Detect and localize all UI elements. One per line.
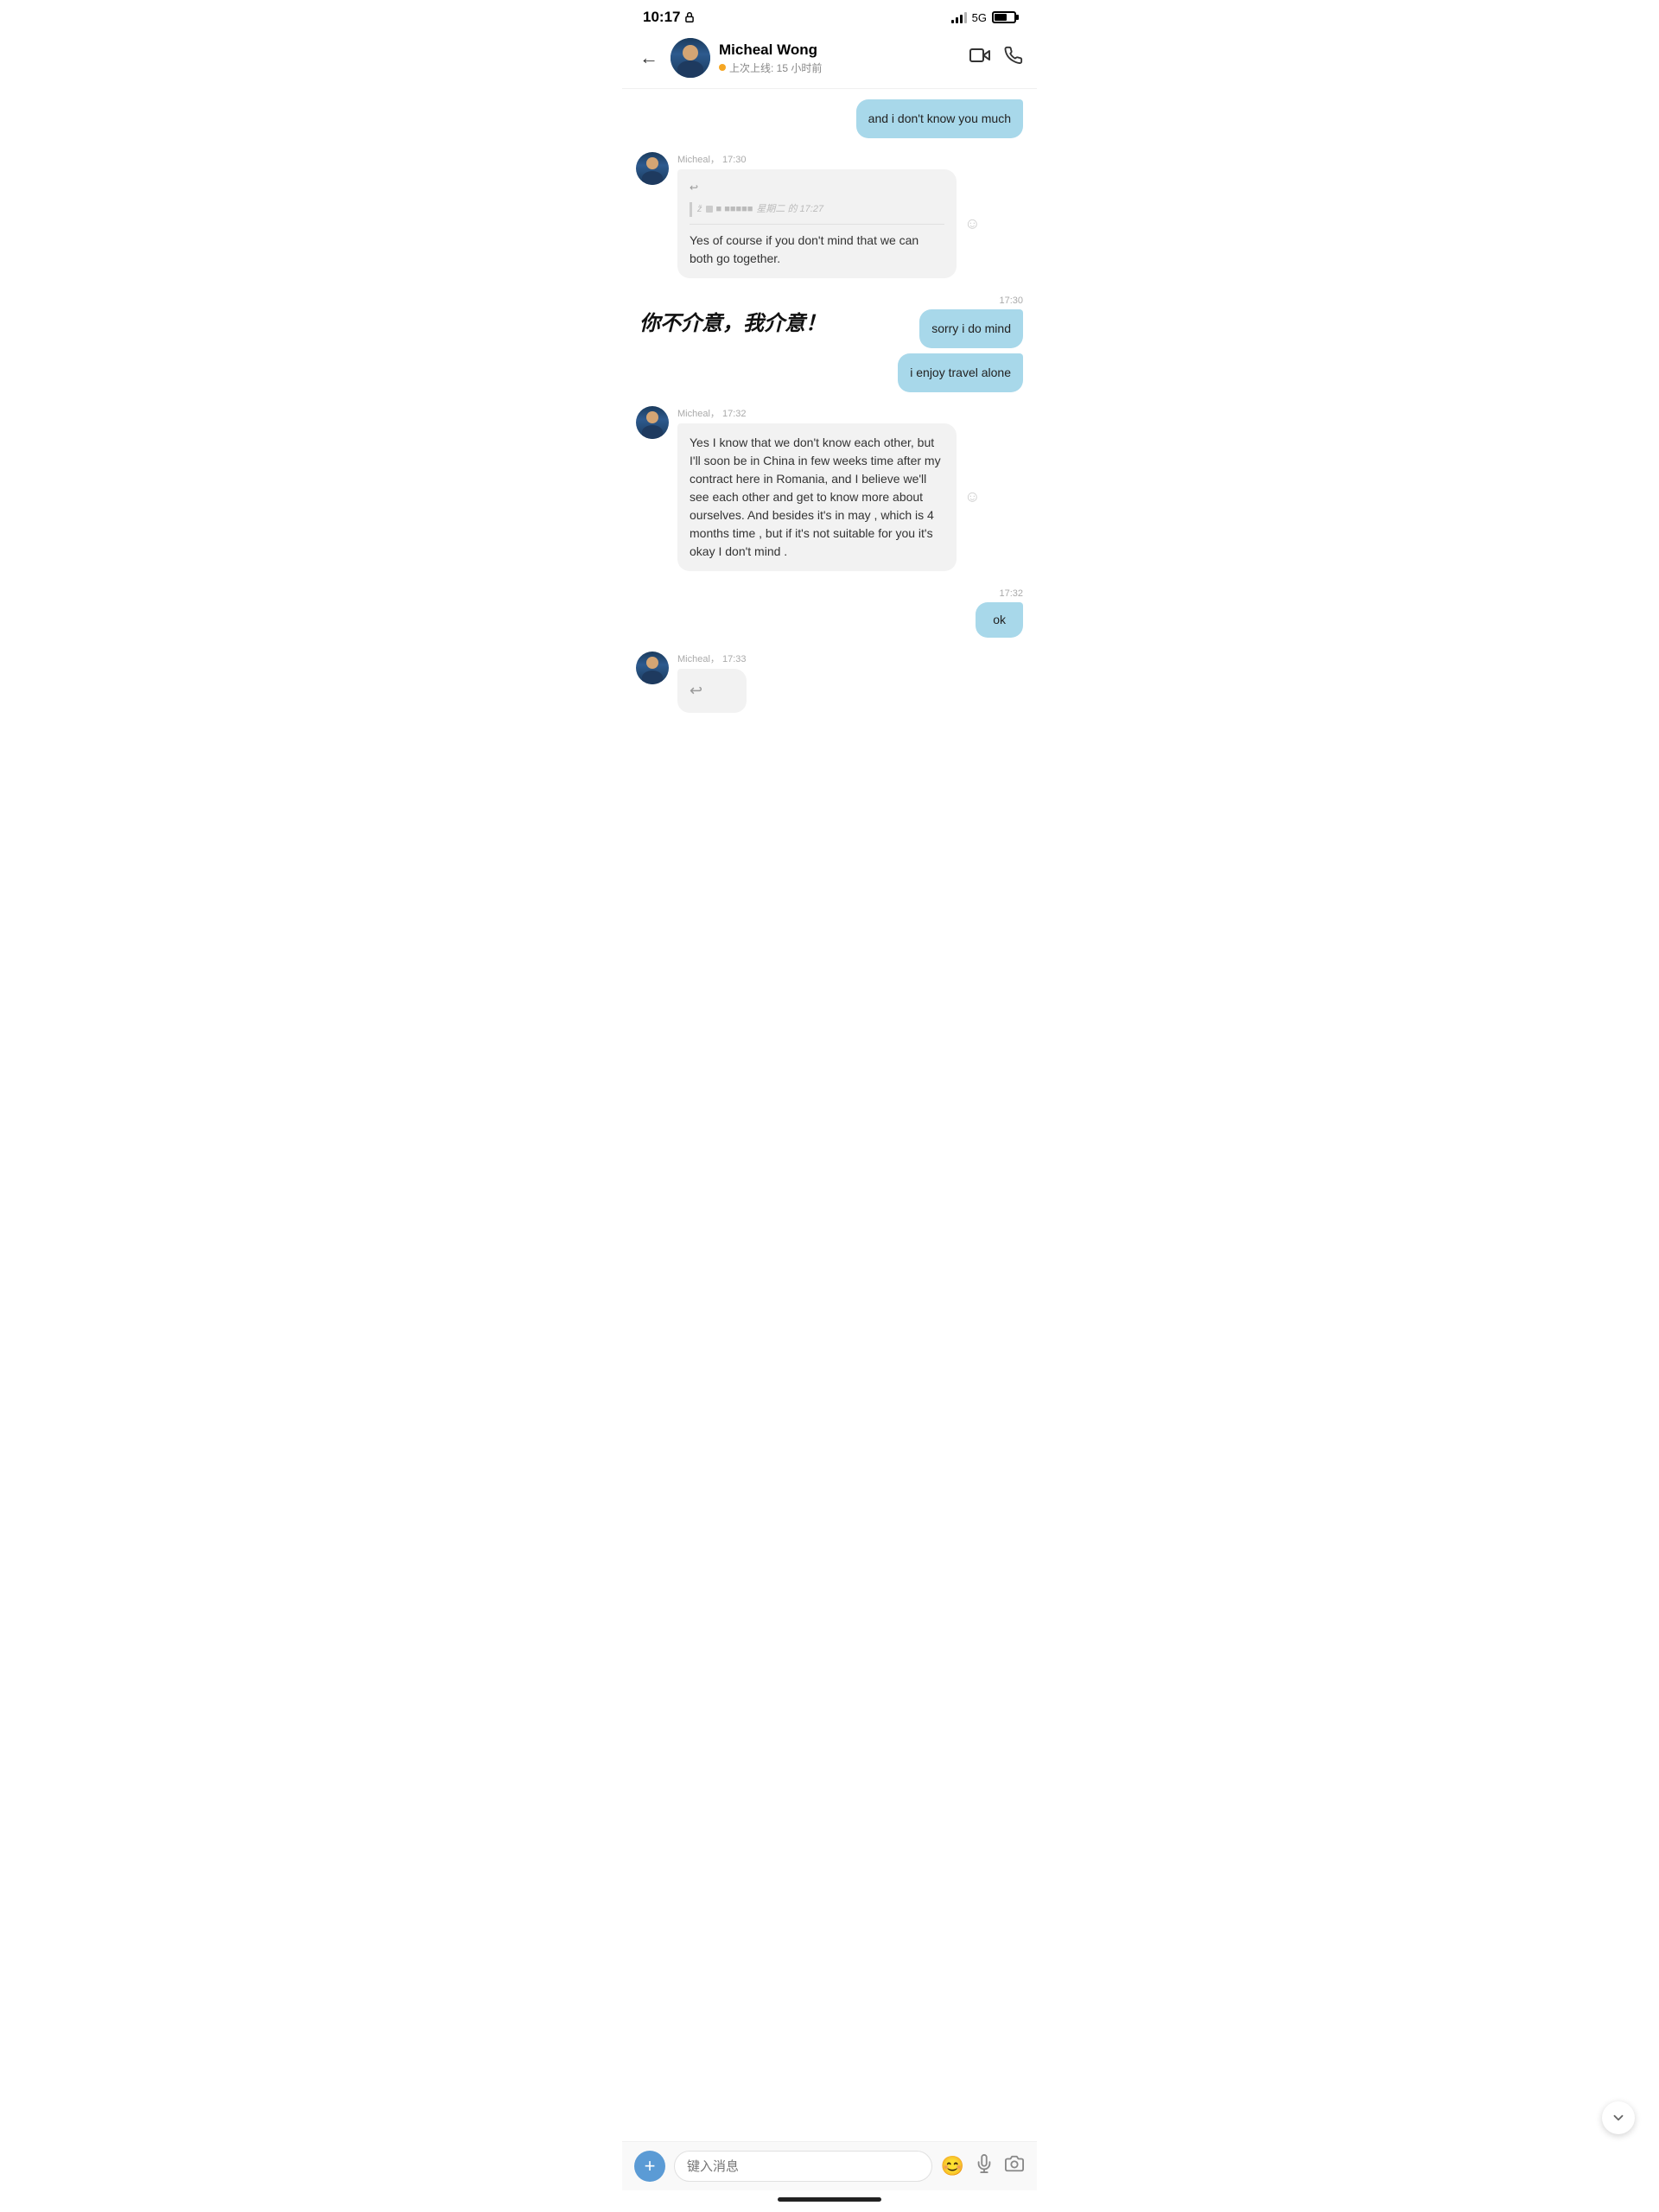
- bubble: i enjoy travel alone: [898, 353, 1023, 392]
- sender-name: Micheal: [677, 155, 710, 165]
- reply-arrow-icon: ↩: [690, 180, 698, 195]
- video-call-button[interactable]: [969, 45, 990, 71]
- msg-meta: Micheal， 17:32: [677, 406, 957, 420]
- msg-meta: Micheal， 17:33: [677, 652, 747, 665]
- bubble: sorry i do mind: [919, 309, 1023, 348]
- message-row: i enjoy travel alone: [636, 353, 1023, 392]
- input-bar: + 😊: [622, 2141, 1037, 2190]
- message-text: ok: [993, 613, 1006, 626]
- sender-avatar: [636, 406, 669, 439]
- signal-icon: [951, 11, 967, 23]
- msg-time: 17:30: [722, 155, 747, 165]
- reply-indicator: ↩: [690, 180, 944, 195]
- sender-name: Micheal: [677, 654, 710, 664]
- sender-avatar: [636, 152, 669, 185]
- chat-area[interactable]: and i don't know you much Micheal， 17:30…: [622, 89, 1037, 2141]
- battery-icon: [992, 11, 1016, 23]
- message-row: Micheal， 17:33 ↩: [636, 652, 1023, 713]
- message-text: Yes of course if you don't mind that we …: [690, 233, 918, 265]
- network-label: 5G: [972, 11, 987, 24]
- phone-call-button[interactable]: [1004, 46, 1023, 70]
- home-bar: [778, 2197, 881, 2202]
- input-icons: 😊: [941, 2154, 1025, 2178]
- outgoing-message-ok: ok: [976, 602, 1023, 638]
- reaction-button[interactable]: ☺: [964, 212, 980, 235]
- quoted-message: ž ■ ■■■■■ 星期二 的 17:27: [690, 202, 944, 217]
- message-input[interactable]: [674, 2151, 932, 2182]
- bubble: Yes I know that we don't know each other…: [677, 423, 957, 571]
- chat-header: ← Micheal Wong 上次上线: 15 小时前: [622, 31, 1037, 89]
- message-row: Micheal， 17:30 ↩ ž ■ ■■■■■ 星期二 的 17:27 Y…: [636, 152, 1023, 278]
- sender-avatar: [636, 652, 669, 684]
- outgoing-time: 17:30: [636, 292, 1023, 308]
- message-row: sorry i do mind: [636, 309, 1023, 348]
- add-icon: +: [645, 2155, 656, 2177]
- header-icons: [969, 45, 1023, 71]
- contact-status: 上次上线: 15 小时前: [719, 60, 961, 75]
- incoming-message-2: Micheal， 17:32 Yes I know that we don't …: [677, 406, 957, 571]
- home-indicator: [622, 2190, 1037, 2212]
- add-button[interactable]: +: [634, 2151, 665, 2182]
- status-right: 5G: [951, 11, 1016, 24]
- quoted-time: 星期二 的 17:27: [756, 202, 823, 217]
- emoji-button[interactable]: 😊: [941, 2155, 964, 2177]
- sender-name: Micheal: [677, 409, 710, 419]
- outgoing-message-2: sorry i do mind: [919, 309, 1023, 348]
- bubble: ok: [976, 602, 1023, 638]
- messages-section: 你不介意，我介意！ 17:30 sorry i do mind i enjoy …: [636, 292, 1023, 392]
- msg-meta: Micheal， 17:30: [677, 152, 957, 166]
- outgoing-message-3: i enjoy travel alone: [898, 353, 1023, 392]
- incoming-message-3: Micheal， 17:33 ↩: [677, 652, 747, 713]
- time-label: 17:30: [999, 296, 1023, 306]
- reply-icon: ↩: [690, 682, 702, 699]
- message-text: and i don't know you much: [868, 111, 1011, 125]
- msg-time: 17:32: [722, 409, 747, 419]
- message-text: Yes I know that we don't know each other…: [690, 435, 941, 558]
- incoming-message-1: Micheal， 17:30 ↩ ž ■ ■■■■■ 星期二 的 17:27 Y…: [677, 152, 957, 278]
- outgoing-message-1: and i don't know you much: [856, 99, 1023, 138]
- bubble: ↩ ž ■ ■■■■■ 星期二 的 17:27 Yes of course if…: [677, 169, 957, 278]
- lock-icon: [683, 11, 696, 23]
- time-display: 10:17: [643, 9, 680, 26]
- status-bar: 10:17 5G: [622, 0, 1037, 31]
- scroll-down-button[interactable]: [1602, 2101, 1635, 2134]
- online-dot: [719, 64, 726, 71]
- quoted-redacted: [706, 206, 713, 213]
- mic-button[interactable]: [975, 2154, 994, 2178]
- contact-name: Micheal Wong: [719, 41, 961, 59]
- message-text: sorry i do mind: [931, 321, 1011, 335]
- msg-time: 17:33: [722, 654, 747, 664]
- contact-avatar: [671, 38, 710, 78]
- message-row: and i don't know you much: [636, 99, 1023, 138]
- status-text: 上次上线: 15 小时前: [729, 60, 822, 75]
- quoted-sender: ž: [697, 202, 702, 217]
- divider: [690, 224, 944, 225]
- message-text: i enjoy travel alone: [910, 365, 1011, 379]
- camera-button[interactable]: [1004, 2154, 1025, 2178]
- message-row: ok: [636, 602, 1023, 638]
- contact-info: Micheal Wong 上次上线: 15 小时前: [719, 41, 961, 75]
- reaction-button[interactable]: ☺: [964, 486, 980, 509]
- bubble: ↩: [677, 669, 747, 713]
- status-time: 10:17: [643, 9, 696, 26]
- outgoing-time: 17:32: [636, 585, 1023, 601]
- time-label: 17:32: [999, 588, 1023, 599]
- bubble: and i don't know you much: [856, 99, 1023, 138]
- back-button[interactable]: ←: [636, 43, 662, 73]
- message-row: Micheal， 17:32 Yes I know that we don't …: [636, 406, 1023, 571]
